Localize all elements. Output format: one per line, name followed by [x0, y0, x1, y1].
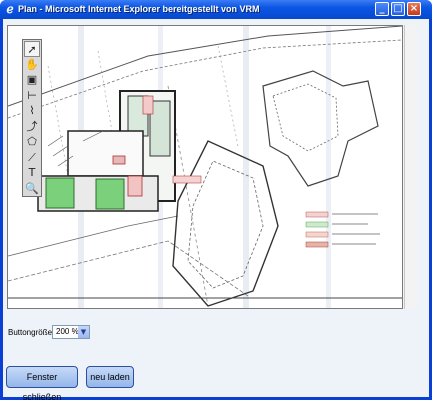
ie-icon: ℯ [6, 2, 14, 16]
minimize-button[interactable]: _ [375, 2, 389, 16]
browser-window: ℯ Plan - Microsoft Internet Explorer ber… [0, 0, 432, 400]
close-button[interactable]: × [407, 2, 421, 16]
site-plan-drawing [8, 26, 402, 308]
vertical-scrollbar[interactable] [404, 25, 417, 309]
button-size-label: Buttongröße: [8, 328, 55, 337]
maximize-icon: □ [393, 3, 403, 14]
line-icon[interactable]: ⟋ [24, 150, 40, 166]
select-arrow-icon[interactable]: ➚ [24, 41, 40, 57]
map-viewer[interactable]: ➚ ✋ ▣ ⊢ ⌇ ⤴ ⬠ ⟋ T 🔍 [7, 25, 403, 309]
page-content: ➚ ✋ ▣ ⊢ ⌇ ⤴ ⬠ ⟋ T 🔍 Buttongröße: 200 % ▼ Fenster … [3, 19, 429, 400]
polygon-icon[interactable]: ⬠ [24, 134, 40, 150]
pan-hand-icon[interactable]: ✋ [24, 57, 40, 73]
minimize-icon: _ [379, 3, 385, 14]
window-title: Plan - Microsoft Internet Explorer berei… [18, 4, 260, 14]
close-icon: × [409, 3, 419, 14]
title-bar[interactable]: ℯ Plan - Microsoft Internet Explorer ber… [0, 0, 432, 19]
magnifier-icon[interactable]: 🔍 [24, 181, 40, 197]
text-tool-icon[interactable]: T [24, 165, 40, 181]
chevron-down-icon[interactable]: ▼ [78, 326, 89, 338]
measure-distance-icon[interactable]: ⊢ [24, 88, 40, 104]
close-window-button[interactable]: Fenster schließen [6, 366, 78, 400]
zoom-window-icon[interactable]: ▣ [24, 72, 40, 88]
curve-icon[interactable]: ⤴ [24, 119, 40, 135]
reload-button[interactable]: neu laden [86, 366, 134, 388]
polyline-icon[interactable]: ⌇ [24, 103, 40, 119]
drawing-toolbar: ➚ ✋ ▣ ⊢ ⌇ ⤴ ⬠ ⟋ T 🔍 [22, 39, 42, 197]
button-size-value: 200 % [56, 327, 79, 336]
legend-swatches [305, 211, 380, 248]
maximize-button[interactable]: □ [391, 2, 405, 16]
button-size-select[interactable]: 200 % ▼ [52, 325, 90, 339]
